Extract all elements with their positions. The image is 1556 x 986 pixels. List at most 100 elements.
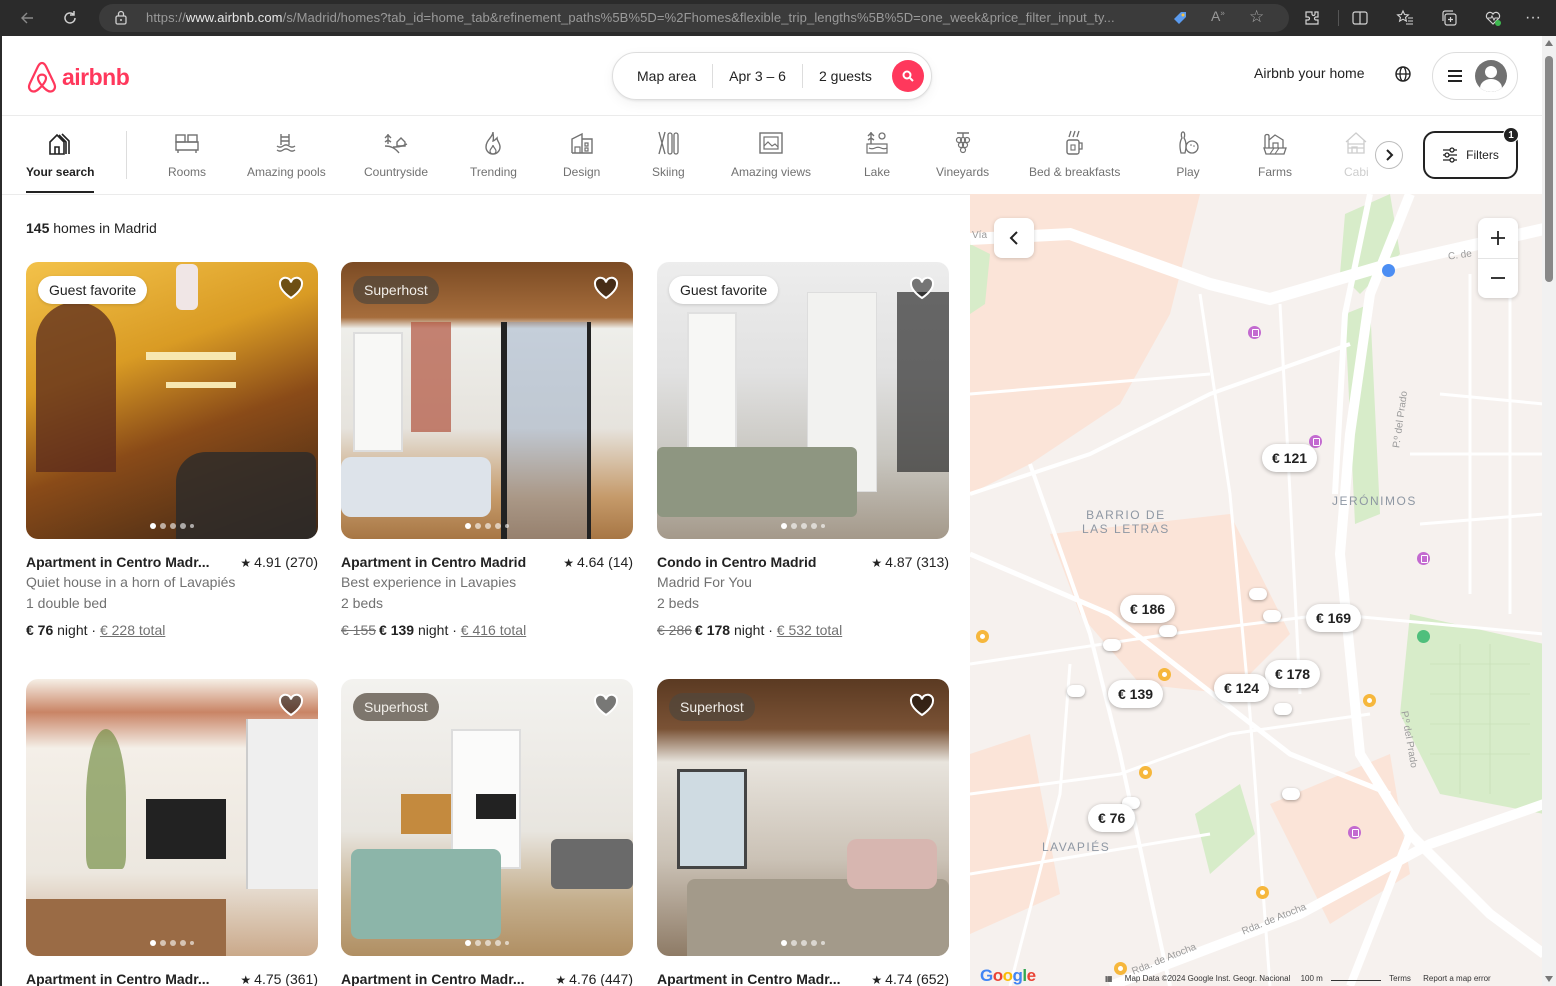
category-rooms[interactable]: Rooms xyxy=(168,129,206,179)
map-price-pin[interactable]: € 76 xyxy=(1088,804,1136,832)
map-price-pin[interactable]: € 186 xyxy=(1120,595,1176,623)
map-mini-pin[interactable] xyxy=(1159,625,1177,637)
favorite-star-icon[interactable]: ☆ xyxy=(1249,7,1264,27)
listing-card[interactable]: Guest favorite Apartment in Centro Madr.… xyxy=(26,262,318,640)
map-price-pin[interactable]: € 169 xyxy=(1306,604,1362,632)
listing-photo[interactable]: Superhost xyxy=(657,679,949,956)
category-design[interactable]: Design xyxy=(563,129,600,179)
category-your-search[interactable]: Your search xyxy=(26,129,95,193)
keyboard-shortcuts-icon[interactable]: ▦ xyxy=(1105,974,1113,983)
page-scrollbar[interactable] xyxy=(1542,36,1556,986)
listing-card[interactable]: Guest favorite Condo in Centro Madrid ★ 4.… xyxy=(657,262,949,640)
map-price-pin[interactable]: € 124 xyxy=(1214,674,1270,702)
heart-icon[interactable] xyxy=(593,693,619,717)
browser-essentials-icon[interactable] xyxy=(1481,6,1505,30)
listing-card[interactable]: Apartment in Centro Madr... ★ 4.75 (361) xyxy=(26,679,318,986)
extensions-icon[interactable] xyxy=(1300,6,1324,30)
poi-place-icon[interactable] xyxy=(1256,886,1269,899)
zoom-in-button[interactable] xyxy=(1478,218,1518,258)
map-mini-pin[interactable] xyxy=(1263,610,1281,622)
address-bar[interactable]: https://www.airbnb.com/s/Madrid/homes?ta… xyxy=(99,4,1289,32)
heart-icon[interactable] xyxy=(593,276,619,300)
category-trending[interactable]: Trending xyxy=(470,129,517,179)
map-mini-pin[interactable] xyxy=(1274,703,1292,715)
poi-transit-icon[interactable] xyxy=(1417,552,1430,565)
search-location[interactable]: Map area xyxy=(613,64,712,88)
language-button[interactable] xyxy=(1395,66,1411,87)
collections-icon[interactable] xyxy=(1437,6,1461,30)
category-scroll-next-button[interactable] xyxy=(1375,141,1403,169)
map-terms-link[interactable]: Terms xyxy=(1389,974,1411,983)
poi-place-icon[interactable] xyxy=(976,630,989,643)
map-mini-pin[interactable] xyxy=(1282,788,1300,800)
collapse-map-button[interactable] xyxy=(994,218,1034,258)
map-view[interactable]: Vía C. de P.º del Prado P.º del Prado Rd… xyxy=(970,194,1544,986)
search-guests[interactable]: 2 guests xyxy=(803,64,888,88)
map-price-pin[interactable]: € 139 xyxy=(1108,680,1164,708)
reload-button[interactable] xyxy=(55,3,85,33)
filters-button[interactable]: Filters 1 xyxy=(1423,127,1519,179)
total-price-link[interactable]: € 228 total xyxy=(100,622,165,638)
reload-icon xyxy=(64,11,76,24)
heart-icon[interactable] xyxy=(909,276,935,300)
listing-photo[interactable] xyxy=(26,679,318,956)
coupon-tag-icon[interactable] xyxy=(1171,9,1189,27)
listing-rating: ★ 4.76 (447) xyxy=(555,971,633,986)
listing-card[interactable]: Superhost Apartment in Centro Madr... ★ 4.… xyxy=(341,679,633,986)
listing-card[interactable]: Superhost Apartment in Centro Madrid ★ 4.6… xyxy=(341,262,633,640)
map-mini-pin[interactable] xyxy=(1067,685,1085,697)
listing-photo[interactable]: Superhost xyxy=(341,679,633,956)
heart-icon[interactable] xyxy=(278,276,304,300)
map-mini-pin[interactable] xyxy=(1103,639,1121,651)
listing-photo[interactable]: Guest favorite xyxy=(26,262,318,539)
heart-icon[interactable] xyxy=(278,693,304,717)
user-menu-button[interactable] xyxy=(1432,52,1518,100)
poi-garden-icon[interactable] xyxy=(1417,630,1430,643)
listing-photo[interactable]: Guest favorite xyxy=(657,262,949,539)
category-vineyards[interactable]: Vineyards xyxy=(936,129,989,179)
listing-card[interactable]: Superhost Apartment in Centro Madr... ★ 4.… xyxy=(657,679,949,986)
heart-icon[interactable] xyxy=(909,693,935,717)
favorites-icon[interactable] xyxy=(1393,6,1417,30)
poi-museum-icon[interactable] xyxy=(1382,264,1395,277)
poi-transit-icon[interactable] xyxy=(1348,826,1361,839)
category-skiing[interactable]: Skiing xyxy=(652,129,685,179)
back-button[interactable] xyxy=(12,3,42,33)
listing-title: Apartment in Centro Madr... xyxy=(26,971,210,986)
airbnb-logo[interactable]: airbnb xyxy=(26,60,130,94)
listing-rating: ★ 4.75 (361) xyxy=(240,971,318,986)
airbnb-your-home-link[interactable]: Airbnb your home xyxy=(1254,65,1365,81)
total-price-link[interactable]: € 416 total xyxy=(461,622,526,638)
search-button[interactable] xyxy=(892,60,924,92)
url-text[interactable]: https://www.airbnb.com/s/Madrid/homes?ta… xyxy=(146,10,1115,25)
poi-place-icon[interactable] xyxy=(1139,766,1152,779)
read-aloud-icon[interactable]: A» xyxy=(1211,8,1225,24)
zoom-out-button[interactable] xyxy=(1478,258,1518,298)
listing-photo[interactable]: Superhost xyxy=(341,262,633,539)
total-price-link[interactable]: € 532 total xyxy=(777,622,842,638)
category-countryside[interactable]: Countryside xyxy=(364,129,428,179)
split-screen-icon[interactable] xyxy=(1348,6,1372,30)
scrollbar-thumb[interactable] xyxy=(1545,56,1553,282)
scroll-down-arrow[interactable] xyxy=(1545,976,1553,982)
category-lake[interactable]: Lake xyxy=(864,129,890,179)
category-cabins[interactable]: Cabi xyxy=(1344,129,1369,179)
map-price-pin[interactable]: € 121 xyxy=(1262,444,1318,472)
category-amazing-views[interactable]: Amazing views xyxy=(731,129,811,179)
search-bar[interactable]: Map area Apr 3 – 6 2 guests xyxy=(612,52,932,100)
report-map-error-link[interactable]: Report a map error xyxy=(1423,974,1491,983)
category-amazing-pools[interactable]: Amazing pools xyxy=(247,129,326,179)
category-bed-breakfasts[interactable]: Bed & breakfasts xyxy=(1029,129,1120,179)
map-price-pin[interactable]: € 178 xyxy=(1265,660,1321,688)
more-menu-icon[interactable]: ··· xyxy=(1521,6,1545,30)
photo-pagination-dots xyxy=(657,523,949,529)
poi-place-icon[interactable] xyxy=(1363,694,1376,707)
search-dates[interactable]: Apr 3 – 6 xyxy=(713,64,802,88)
poi-place-icon[interactable] xyxy=(1158,668,1171,681)
listing-rating: ★ 4.91 (270) xyxy=(240,554,318,570)
poi-transit-icon[interactable] xyxy=(1248,326,1261,339)
map-mini-pin[interactable] xyxy=(1249,588,1267,600)
scroll-up-arrow[interactable] xyxy=(1545,40,1553,46)
category-play[interactable]: Play xyxy=(1176,129,1200,179)
category-farms[interactable]: Farms xyxy=(1258,129,1292,179)
